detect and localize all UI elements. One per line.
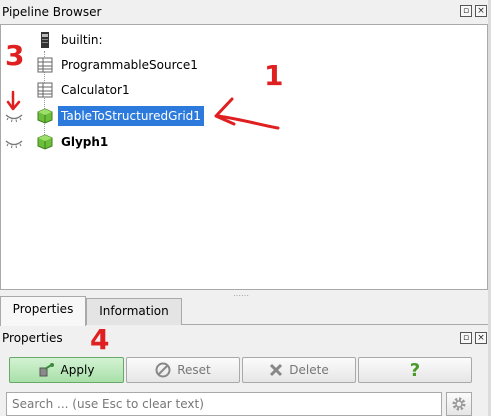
pipeline-browser-header: Pipeline Browser [0,0,491,24]
tree-item-label: TableToStructuredGrid1 [58,106,204,126]
properties-header: Properties [0,328,491,348]
reset-button[interactable]: Reset [126,357,240,383]
tree-item-programmable-source[interactable]: ProgrammableSource1 [1,54,481,76]
float-icon[interactable]: ▫ [460,332,472,344]
reset-label: Reset [177,363,211,377]
tree-item-glyph[interactable]: Glyph1 [1,131,481,153]
close-icon[interactable]: × [475,5,487,17]
tree-item-builtin[interactable]: builtin: [1,29,481,51]
tree-item-label: builtin: [61,33,103,47]
eye-closed-icon[interactable] [5,111,23,123]
gear-icon [452,397,466,411]
help-button[interactable]: ? [358,357,472,383]
tab-bar: Properties Information [0,296,491,326]
pipeline-browser-title: Pipeline Browser [2,5,102,19]
apply-button[interactable]: Apply [9,357,124,383]
advanced-settings-button[interactable] [446,392,472,416]
tree-item-label: Calculator1 [61,83,130,97]
pipeline-tree[interactable]: builtin: ProgrammableSource1 Calculator1 [0,24,488,290]
tree-item-table-to-structured-grid[interactable]: TableToStructuredGrid1 [1,105,481,127]
reset-icon [155,362,171,378]
dock-buttons: ▫ × [460,5,487,17]
properties-title: Properties [2,331,63,345]
delete-label: Delete [289,363,329,377]
tree-item-label: ProgrammableSource1 [61,58,198,72]
table-icon [37,82,53,98]
delete-icon [270,363,283,377]
search-input[interactable] [6,392,442,416]
properties-dock-buttons: ▫ × [460,332,487,344]
float-icon[interactable]: ▫ [460,5,472,17]
cube-icon [37,134,53,150]
tree-item-calculator[interactable]: Calculator1 [1,79,481,101]
tab-properties[interactable]: Properties [0,296,86,326]
apply-label: Apply [60,363,95,377]
apply-icon [39,363,54,377]
tab-information[interactable]: Information [86,298,182,325]
delete-button[interactable]: Delete [242,357,356,383]
table-icon [37,57,53,73]
tree-item-label: Glyph1 [61,135,109,149]
server-icon [41,32,49,48]
close-icon[interactable]: × [475,332,487,344]
cube-icon [37,108,53,124]
help-icon: ? [409,359,421,381]
eye-closed-icon[interactable] [5,137,23,149]
